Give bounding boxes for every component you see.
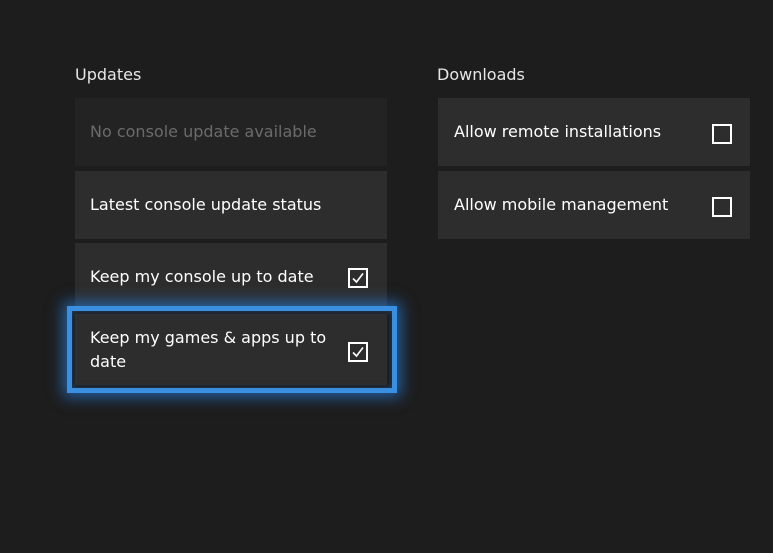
checkmark-icon bbox=[352, 273, 364, 284]
keep-games-apps-up-to-date-label: Keep my games & apps up to date bbox=[90, 327, 327, 371]
keep-console-up-to-date-toggle[interactable]: Keep my console up to date bbox=[75, 243, 387, 311]
no-console-update-item: No console update available bbox=[75, 98, 387, 166]
allow-mobile-management-toggle[interactable]: Allow mobile management bbox=[438, 171, 750, 239]
updates-heading: Updates bbox=[75, 65, 142, 84]
keep-console-up-to-date-checkbox[interactable] bbox=[348, 268, 368, 288]
allow-remote-installations-toggle[interactable]: Allow remote installations bbox=[438, 98, 750, 166]
allow-remote-installations-checkbox[interactable] bbox=[712, 124, 732, 144]
checkmark-icon bbox=[352, 347, 364, 358]
keep-games-apps-up-to-date-toggle[interactable]: Keep my games & apps up to date bbox=[75, 314, 387, 385]
allow-mobile-management-label: Allow mobile management bbox=[454, 195, 669, 214]
latest-console-update-status-label: Latest console update status bbox=[90, 195, 322, 214]
allow-remote-installations-label: Allow remote installations bbox=[454, 122, 662, 141]
latest-console-update-status-button[interactable]: Latest console update status bbox=[75, 171, 387, 239]
downloads-heading: Downloads bbox=[437, 65, 525, 84]
keep-games-apps-up-to-date-checkbox[interactable] bbox=[348, 342, 368, 362]
allow-mobile-management-checkbox[interactable] bbox=[712, 197, 732, 217]
keep-console-up-to-date-label: Keep my console up to date bbox=[90, 267, 314, 286]
no-console-update-label: No console update available bbox=[90, 122, 317, 141]
